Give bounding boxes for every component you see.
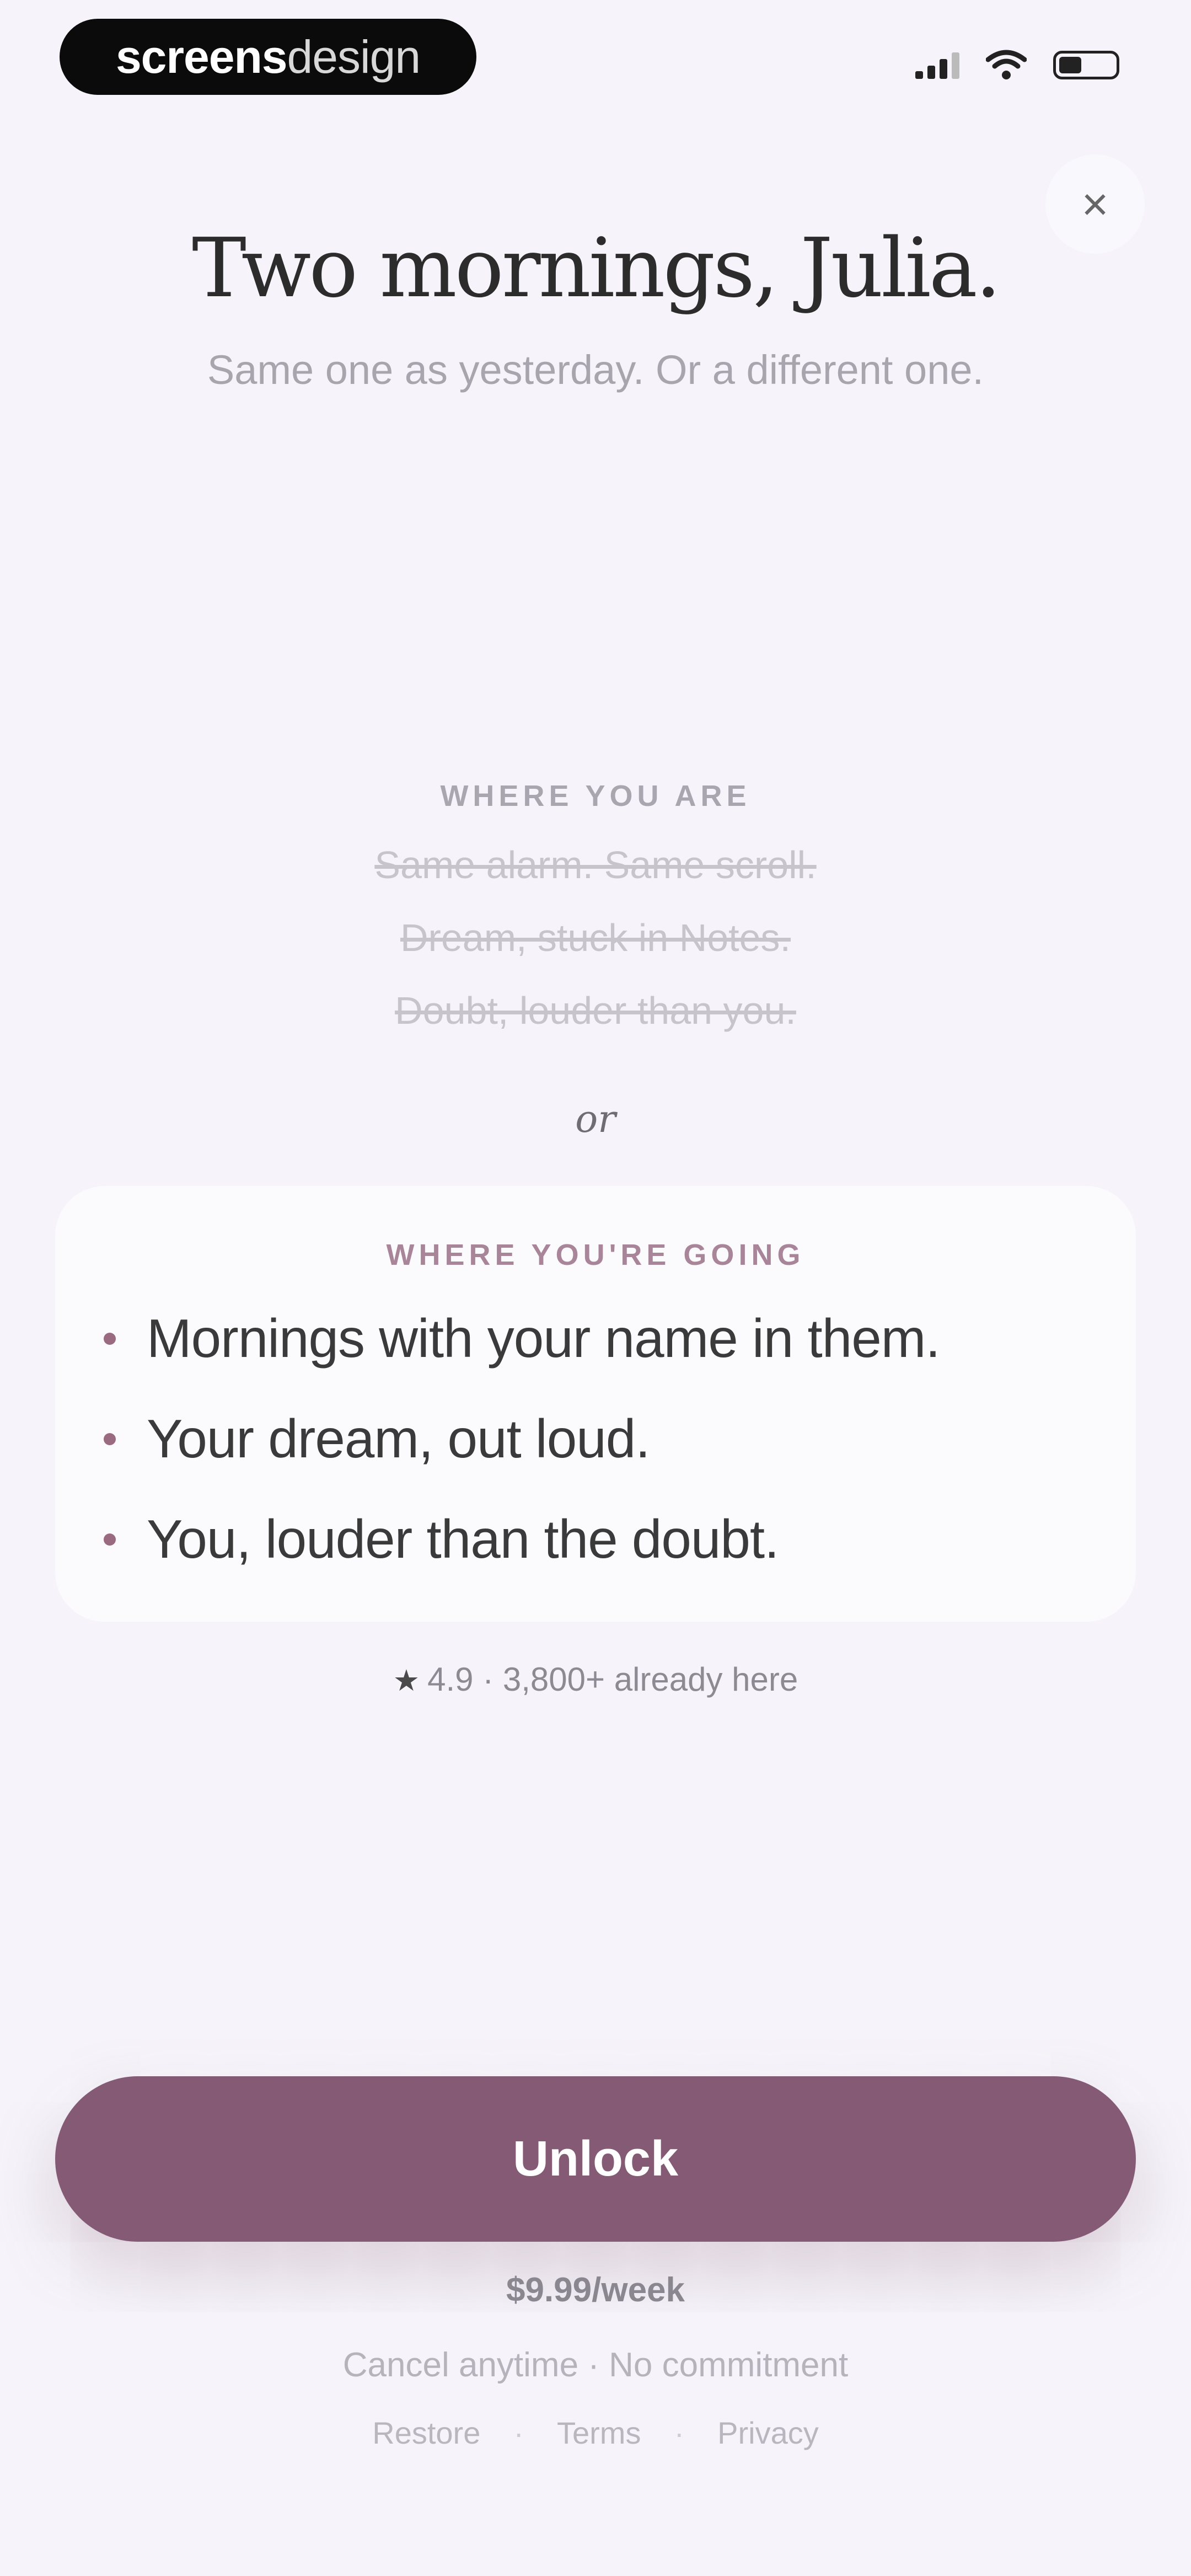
star-icon: ★ <box>393 1664 420 1697</box>
footer-links: Restore · Terms · Privacy <box>0 2415 1191 2451</box>
unlock-button-label: Unlock <box>512 2131 679 2187</box>
paywall-screen: screens design × Two mornings, Julia. Sam… <box>0 0 1191 2576</box>
page-subtitle: Same one as yesterday. Or a different on… <box>207 347 984 393</box>
bullet-icon <box>104 1533 116 1546</box>
wifi-icon <box>986 50 1027 79</box>
divider-or: or <box>575 1098 616 1141</box>
signal-icon <box>915 51 959 79</box>
battery-icon <box>1053 51 1119 79</box>
screensdesign-logo: screens design <box>60 19 476 95</box>
bullet-icon <box>104 1332 116 1345</box>
logo-text-light: design <box>287 30 421 83</box>
bullet-icon <box>104 1433 116 1445</box>
goal-item: Your dream, out loud. <box>104 1408 650 1470</box>
cancel-note: Cancel anytime · No commitment <box>342 2346 849 2384</box>
status-icons <box>915 50 1119 81</box>
past-line: Same alarm. Same scroll. <box>374 843 817 886</box>
goal-text: You, louder than the doubt. <box>147 1509 779 1569</box>
past-line: Dream, stuck in Notes. <box>400 916 791 959</box>
goal-text: Mornings with your name in them. <box>147 1308 941 1369</box>
rating-text: 4.9 · 3,800+ already here <box>427 1661 798 1698</box>
unlock-button[interactable]: Unlock <box>55 2076 1136 2242</box>
past-line: Doubt, louder than you. <box>395 989 796 1032</box>
section-label-past: WHERE YOU ARE <box>440 779 751 813</box>
restore-link[interactable]: Restore <box>372 2415 480 2451</box>
terms-link[interactable]: Terms <box>557 2415 641 2451</box>
goal-item: Mornings with your name in them. <box>104 1307 941 1370</box>
logo-text-bold: screens <box>115 30 288 83</box>
section-label-future: WHERE YOU'RE GOING <box>386 1238 805 1271</box>
separator: · <box>674 2415 685 2450</box>
privacy-link[interactable]: Privacy <box>717 2415 819 2451</box>
goal-item: You, louder than the doubt. <box>104 1508 779 1570</box>
separator: · <box>513 2415 524 2450</box>
price-label: $9.99/week <box>506 2271 685 2309</box>
page-title: Two mornings, Julia. <box>192 221 1001 316</box>
goal-text: Your dream, out loud. <box>147 1408 650 1469</box>
rating-line: ★ 4.9 · 3,800+ already here <box>0 1660 1191 1698</box>
